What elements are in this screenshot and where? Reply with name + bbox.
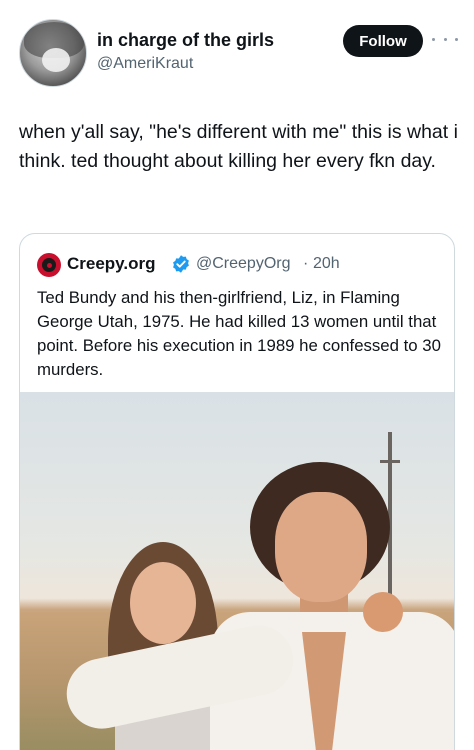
creepy-logo-icon[interactable] <box>37 253 61 277</box>
quoted-timestamp[interactable]: 20h <box>313 255 340 273</box>
tweet-header: in charge of the girls @AmeriKraut Follo… <box>0 0 474 100</box>
avatar[interactable] <box>19 19 87 87</box>
quoted-text: Ted Bundy and his then-girlfriend, Liz, … <box>37 288 441 379</box>
verified-badge-icon <box>173 255 189 273</box>
tweet-page: in charge of the girls @AmeriKraut Follo… <box>0 0 474 750</box>
author-display-name[interactable]: in charge of the girls <box>97 30 274 51</box>
follow-button[interactable]: Follow <box>343 25 423 57</box>
photo-man-face <box>275 492 367 602</box>
photo-hand <box>363 592 403 632</box>
quoted-photo[interactable] <box>20 392 454 750</box>
photo-woman-face <box>130 562 196 644</box>
quoted-tweet[interactable]: Creepy.org @CreepyOrg · 20h Ted Bundy an… <box>19 233 455 750</box>
author-handle[interactable]: @AmeriKraut <box>97 55 193 73</box>
meta-separator: · <box>303 255 309 272</box>
tweet-text: when y'all say, "he's different with me"… <box>19 121 458 172</box>
photo-utility-pole-bar <box>380 460 400 463</box>
avatar-face <box>42 48 70 72</box>
quoted-author-handle[interactable]: @CreepyOrg <box>196 255 291 273</box>
quoted-author-name[interactable]: Creepy.org <box>67 254 156 274</box>
more-horizontal-icon[interactable] <box>432 31 458 47</box>
